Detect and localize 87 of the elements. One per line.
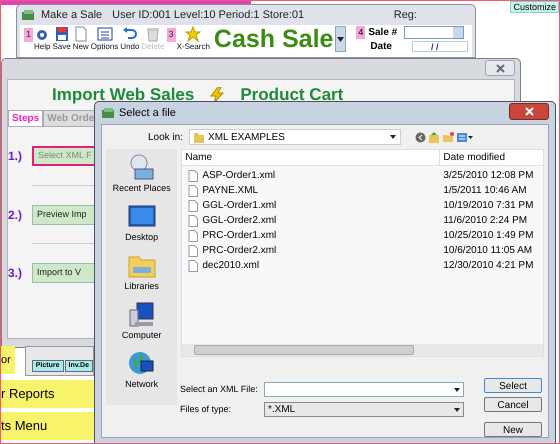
place-item[interactable]: Desktop (125, 202, 158, 243)
lightning-icon (210, 87, 224, 103)
back-icon[interactable] (415, 132, 426, 142)
file-name[interactable]: PRC-Order2.xml (202, 243, 276, 258)
look-in-dropdown[interactable]: XML EXAMPLES (189, 129, 402, 145)
scrollbar-thumb[interactable] (194, 345, 414, 355)
place-item[interactable]: Network (125, 349, 158, 390)
file-date: 1/5/2011 10:46 AM (442, 184, 527, 198)
toolbar-button[interactable]: X-Search (176, 26, 210, 52)
step-number: 3.) (8, 264, 24, 282)
place-item[interactable]: Libraries (124, 251, 159, 292)
file-date: 11/6/2010 2:24 PM (442, 214, 528, 228)
file-date: 10/6/2010 11:05 AM (442, 244, 532, 258)
caret-icon (454, 408, 460, 412)
window-title: Make a Sale (41, 8, 102, 23)
step-badge: 3 (166, 28, 176, 42)
step-number: 2.) (8, 206, 24, 224)
toolbar-button[interactable]: New (72, 26, 89, 52)
file-date: 12/30/2010 4:21 PM (442, 259, 534, 273)
cart-heading: Product Cart (240, 84, 344, 106)
menu-item[interactable]: ts Menu (1, 412, 94, 440)
caret-icon (454, 388, 460, 392)
file-name[interactable]: dec2010.xml (202, 258, 260, 273)
sale-type-title: Cash Sale (214, 25, 334, 54)
money-stack-icon (101, 107, 115, 119)
dialog-button[interactable]: Cancel (484, 397, 542, 412)
document-icon (188, 214, 198, 226)
field-label: Select an XML File: (180, 382, 259, 396)
look-in-label: Look in: (148, 130, 184, 144)
field-label: Sale # (368, 26, 398, 39)
file-name[interactable]: ASP-Order1.xml (202, 168, 276, 183)
toolbar-button[interactable]: Options (90, 26, 118, 52)
file-date: 10/25/2010 1:49 PM (442, 229, 534, 243)
dialog-button[interactable]: Select (484, 378, 542, 393)
document-icon (188, 260, 198, 272)
tab[interactable]: Steps (8, 110, 44, 127)
menu-item[interactable]: or (1, 346, 15, 374)
close-icon (524, 106, 534, 116)
file-name[interactable]: PRC-Order1.xml (202, 228, 276, 243)
menu-item[interactable]: r Reports (1, 380, 94, 408)
date-field[interactable]: / / (412, 41, 468, 52)
close-icon (496, 64, 504, 72)
money-stack-icon (21, 9, 35, 21)
document-icon (188, 230, 198, 242)
file-type-dropdown[interactable]: *.XML (264, 402, 464, 417)
import-heading: Import Web Sales (52, 84, 194, 106)
file-date: 3/25/2010 12:08 PM (442, 169, 534, 183)
field-label: Files of type: (180, 402, 232, 416)
up-folder-icon[interactable] (429, 132, 440, 142)
dialog-title: Select a file (119, 106, 176, 121)
register-label: Reg: (394, 8, 417, 23)
close-button[interactable] (509, 102, 549, 120)
file-date: 10/19/2010 7:31 PM (442, 199, 534, 213)
column-header[interactable]: Name (182, 150, 440, 165)
place-item[interactable]: Computer (122, 300, 162, 341)
document-icon (188, 184, 198, 196)
document-icon (188, 170, 198, 182)
file-name[interactable]: GGL-Order1.xml (202, 198, 276, 213)
step-badge: 4 (356, 26, 366, 39)
file-name[interactable]: GGL-Order2.xml (202, 213, 276, 228)
toolbar-button[interactable]: Save (52, 26, 71, 52)
file-name-field[interactable] (264, 382, 464, 397)
new-folder-icon[interactable] (443, 132, 454, 142)
step-number: 1.) (8, 148, 24, 165)
step-badge: 1 (24, 28, 34, 42)
caret-icon (337, 36, 344, 42)
toolbar-button[interactable]: Undo (120, 26, 140, 52)
view-menu-icon[interactable] (457, 132, 474, 142)
customize-button[interactable]: Customize (510, 1, 559, 13)
session-info: User ID:001 Level:10 Period:1 Store:01 (112, 8, 304, 23)
caret-icon (390, 135, 396, 139)
trash-can-icon (144, 26, 161, 42)
document-icon (188, 200, 198, 212)
file-name[interactable]: PAYNE.XML (202, 183, 258, 198)
place-item[interactable]: Recent Places (112, 153, 171, 194)
undo-icon (122, 26, 138, 42)
dialog-button[interactable]: New (484, 422, 542, 437)
horizontal-scrollbar[interactable] (182, 344, 543, 356)
star-icon (185, 26, 202, 42)
sale-number-field[interactable] (404, 26, 464, 39)
field-label: Date (370, 40, 392, 53)
close-button[interactable] (485, 60, 515, 76)
dropdown-button[interactable] (335, 26, 346, 52)
toolbar-button[interactable]: Help (34, 26, 50, 52)
folder-icon (194, 132, 204, 142)
document-icon (188, 244, 198, 256)
column-header[interactable]: Date modified (440, 150, 506, 165)
